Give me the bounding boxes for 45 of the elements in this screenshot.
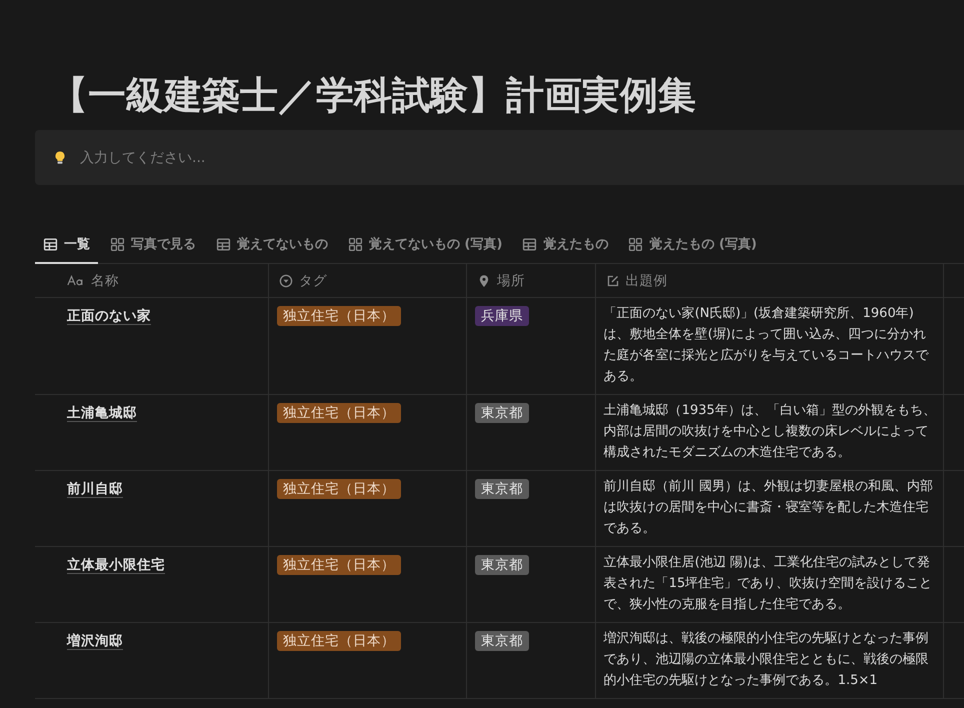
table-icon — [522, 236, 538, 252]
callout-input-field[interactable]: 入力してください... — [80, 150, 480, 166]
entry-title-link[interactable]: 土浦亀城邸 — [67, 405, 137, 422]
dropdown-circle-icon — [278, 274, 293, 288]
gallery-icon — [110, 236, 125, 252]
column-label: タグ — [298, 272, 327, 290]
view-tab[interactable]: 覚えてないもの (写真) — [340, 229, 510, 264]
column-header[interactable]: タグ — [268, 264, 467, 297]
example-text: 「正面のない家(N氏邸)」(坂倉建築研究所、1960年)は、敷地全体を壁(塀)によって囲い込み、四つに分かれた庭が各室に採光と広がりを与えているコートハウスである。 — [604, 305, 930, 386]
place-tag: 兵庫県 — [474, 306, 529, 326]
column-header[interactable]: 場所 — [466, 264, 596, 297]
entry-title-link[interactable]: 増沢洵邸 — [67, 633, 123, 650]
view-tab[interactable]: 覚えてないもの — [208, 229, 336, 264]
page-title: 【一級建築士／学科試験】計画実例集 — [49, 72, 697, 119]
column-header[interactable]: 出題例 — [596, 264, 944, 297]
tag: 独立住宅（日本） — [276, 403, 401, 423]
column-label: 場所 — [496, 272, 525, 290]
tag: 独立住宅（日本） — [276, 555, 401, 575]
column-label: 名称 — [91, 272, 119, 290]
table-icon — [43, 236, 58, 252]
place-tag: 東京都 — [474, 631, 529, 651]
view-tab[interactable]: 一覧 — [35, 229, 98, 264]
gallery-icon — [348, 236, 363, 252]
view-tab[interactable]: 写真で見る — [102, 229, 204, 264]
view-tab[interactable]: 覚えたもの — [514, 229, 616, 264]
example-text: 増沢洵邸は、戦後の極限的小住宅の先駆けとなった事例であり、池辺陽の立体最小限住宅とともに、戦後の極限的小住宅の先駆けとなった事例である。1.5×1 — [604, 630, 930, 690]
tag: 独立住宅（日本） — [276, 631, 401, 651]
view-tab[interactable]: 覚えたもの (写真) — [620, 229, 765, 264]
entry-title-link[interactable]: 正面のない家 — [67, 308, 151, 325]
entry-title-link[interactable]: 前川自邸 — [67, 481, 123, 498]
tag: 独立住宅（日本） — [276, 306, 401, 326]
column-header[interactable]: 名称 — [35, 264, 269, 297]
place-tag: 東京都 — [474, 479, 529, 499]
example-text: 前川自邸（前川 國男）は、外観は切妻屋根の和風、内部は吹抜けの居間を中心に書斎・寝室等を配した木造住宅である。 — [604, 478, 934, 538]
gallery-icon — [628, 236, 644, 252]
entry-title-link[interactable]: 立体最小限住宅 — [67, 557, 165, 574]
edit-icon — [606, 274, 620, 288]
place-tag: 東京都 — [474, 403, 529, 423]
text-type-icon — [67, 275, 85, 286]
example-text: 立体最小限住居(池辺 陽)は、工業化住宅の試みとして発表された「15坪住宅」であり、吹抜け空間を設けることで、狭小性の克服を目指した住宅である。 — [604, 554, 934, 614]
tag: 独立住宅（日本） — [276, 479, 401, 499]
place-tag: 東京都 — [474, 555, 529, 575]
column-label: 出題例 — [626, 272, 668, 290]
table-icon — [216, 236, 231, 252]
example-text: 土浦亀城邸（1935年）は、「白い箱」型の外観をもち、内部は居間の吹抜けを中心とし複数の床レベルによって構成されたモダニズムの木造住宅である。 — [604, 402, 937, 462]
